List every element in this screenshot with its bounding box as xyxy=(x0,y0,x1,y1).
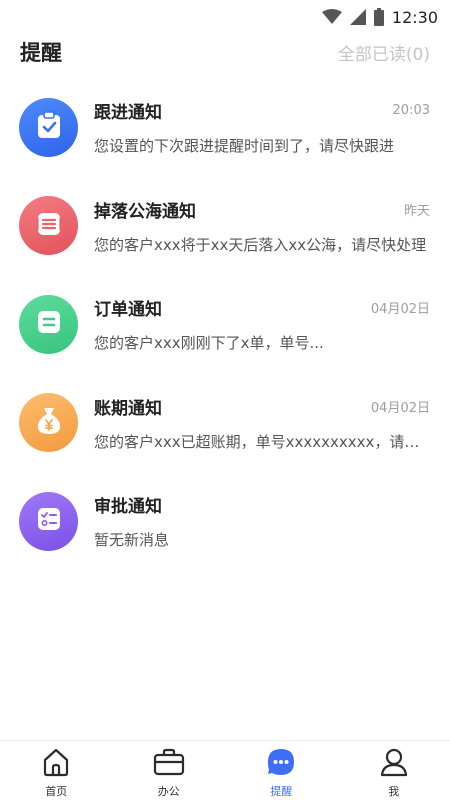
notice-item-order[interactable]: 订单通知 04月02日 您的客户xxx刚刚下了x单，单号... xyxy=(0,275,450,374)
notice-title: 跟进通知 xyxy=(94,103,162,124)
notice-time: 04月02日 xyxy=(370,400,430,416)
money-bag-icon xyxy=(36,406,62,440)
tab-office[interactable]: 办公 xyxy=(113,741,226,800)
tab-label: 首页 xyxy=(45,784,68,798)
notice-body: 掉落公海通知 昨天 您的客户xxx将于xx天后落入xx公海，请尽快处理 xyxy=(94,197,430,255)
notice-title: 订单通知 xyxy=(94,300,162,321)
notice-desc: 您的客户xxx刚刚下了x单，单号... xyxy=(94,334,324,353)
notice-body: 审批通知 暂无新消息 xyxy=(94,492,430,550)
signal-icon xyxy=(349,9,366,25)
notice-avatar xyxy=(19,97,78,157)
tab-me[interactable]: 我 xyxy=(338,741,450,800)
notice-item-approval[interactable]: 审批通知 暂无新消息 xyxy=(0,472,450,571)
notice-time: 昨天 xyxy=(403,203,430,219)
briefcase-icon xyxy=(153,747,185,781)
notice-avatar xyxy=(19,196,78,256)
notice-body: 跟进通知 20:03 您设置的下次跟进提醒时间到了，请尽快跟进 xyxy=(94,98,430,156)
notice-top: 账期通知 04月02日 xyxy=(94,394,430,419)
notice-desc: 您的客户xxx已超账期，单号xxxxxxxxxx，请尽快处理 xyxy=(94,432,430,451)
tab-reminders[interactable]: 提醒 xyxy=(225,741,338,800)
chat-bubble-icon xyxy=(265,747,297,781)
notice-top: 掉落公海通知 昨天 xyxy=(94,197,430,222)
notice-desc: 您的客户xxx将于xx天后落入xx公海，请尽快处理 xyxy=(94,235,427,254)
notice-top: 跟进通知 20:03 xyxy=(94,98,430,123)
notice-desc: 您设置的下次跟进提醒时间到了，请尽快跟进 xyxy=(94,137,395,156)
approval-list-icon xyxy=(36,506,62,536)
notice-top: 订单通知 04月02日 xyxy=(94,295,430,320)
wifi-icon xyxy=(321,9,342,25)
notice-time: 04月02日 xyxy=(370,302,430,318)
clock: 12:30 xyxy=(391,7,438,27)
notice-item-payment-term[interactable]: 账期通知 04月02日 您的客户xxx已超账期，单号xxxxxxxxxx，请尽快… xyxy=(0,374,450,473)
notice-desc: 暂无新消息 xyxy=(94,531,170,550)
notice-avatar xyxy=(19,491,78,551)
user-icon xyxy=(379,747,409,781)
bottom-tab-bar: 首页 办公 提醒 我 xyxy=(0,740,450,800)
notice-body: 账期通知 04月02日 您的客户xxx已超账期，单号xxxxxxxxxx，请尽快… xyxy=(94,394,430,452)
page-title: 提醒 xyxy=(20,41,62,65)
notice-item-follow-up[interactable]: 跟进通知 20:03 您设置的下次跟进提醒时间到了，请尽快跟进 xyxy=(0,78,450,177)
tab-label: 我 xyxy=(388,784,400,798)
notice-list: 跟进通知 20:03 您设置的下次跟进提醒时间到了，请尽快跟进 掉落公海通知 昨… xyxy=(0,78,450,571)
tab-label: 提醒 xyxy=(270,784,293,798)
notice-avatar xyxy=(19,393,78,453)
clipboard-check-icon xyxy=(36,111,62,143)
title-bar: 提醒 全部已读(0) xyxy=(0,32,450,72)
notice-title: 账期通知 xyxy=(94,398,162,419)
tab-home[interactable]: 首页 xyxy=(0,741,113,800)
document-icon xyxy=(36,309,62,339)
battery-icon xyxy=(373,8,384,26)
notice-body: 订单通知 04月02日 您的客户xxx刚刚下了x单，单号... xyxy=(94,295,430,353)
notice-title: 掉落公海通知 xyxy=(94,201,196,222)
stack-icon xyxy=(35,210,63,242)
notice-item-public-pool[interactable]: 掉落公海通知 昨天 您的客户xxx将于xx天后落入xx公海，请尽快处理 xyxy=(0,177,450,276)
tab-label: 办公 xyxy=(157,784,180,798)
notice-time: 20:03 xyxy=(392,103,430,119)
notice-title: 审批通知 xyxy=(94,497,162,518)
mark-all-read-button[interactable]: 全部已读(0) xyxy=(338,40,430,65)
home-icon xyxy=(41,747,71,781)
notice-top: 审批通知 xyxy=(94,492,430,517)
notice-avatar xyxy=(19,294,78,354)
status-bar: 12:30 xyxy=(0,0,450,34)
